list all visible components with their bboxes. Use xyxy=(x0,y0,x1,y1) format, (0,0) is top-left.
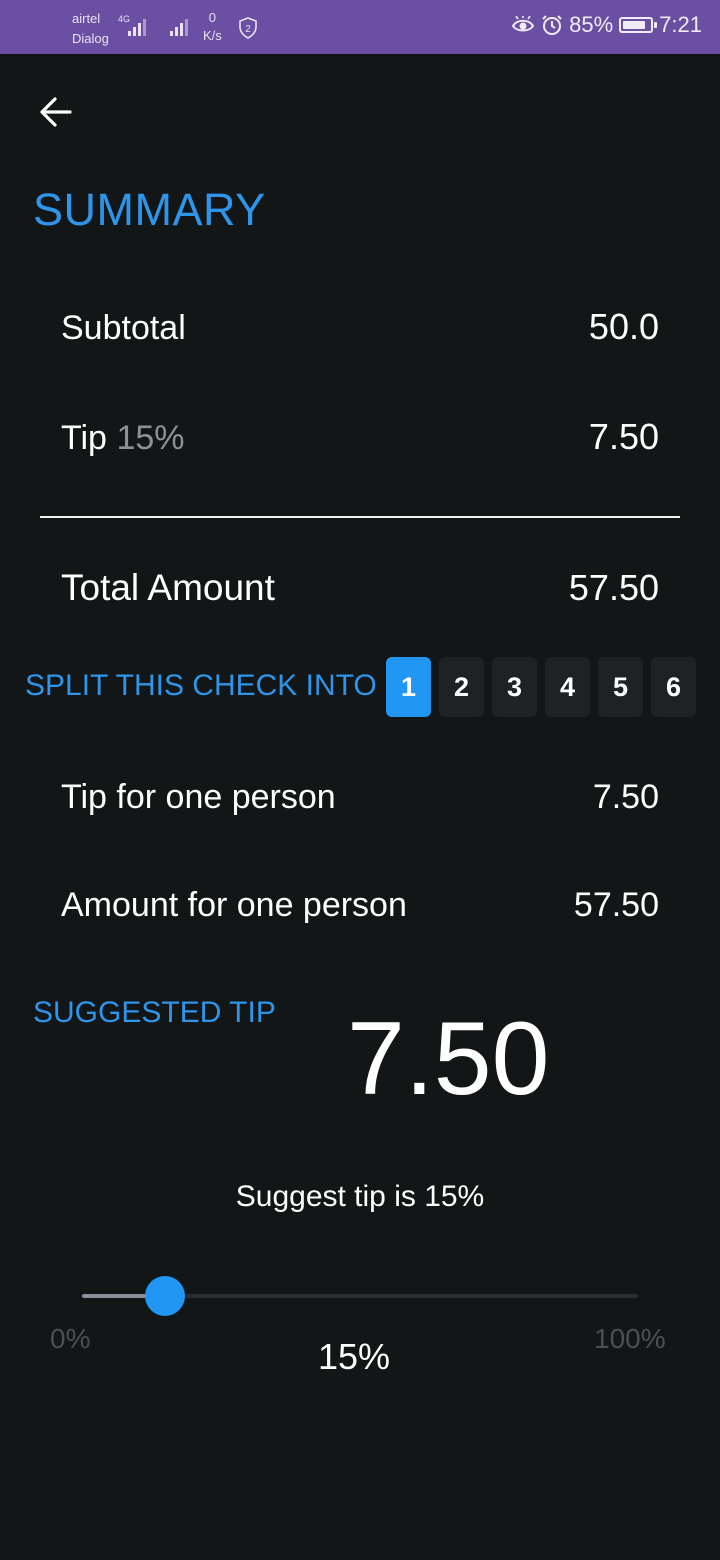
carrier-1: airtel xyxy=(72,11,101,26)
split-option-1[interactable]: 1 xyxy=(386,657,431,717)
battery-icon xyxy=(619,17,658,33)
divider xyxy=(40,516,680,518)
split-label: SPLIT THIS CHECK INTO xyxy=(25,669,377,702)
arrow-left-icon[interactable] xyxy=(36,92,76,132)
total-value: 57.50 xyxy=(568,567,659,608)
subtotal-value: 50.0 xyxy=(588,306,659,347)
shield-badge: 2 xyxy=(245,24,251,35)
suggested-tip-value: 7.50 xyxy=(347,1001,550,1117)
split-option-2[interactable]: 2 xyxy=(439,657,484,717)
tip-row: Tip 15% 7.50 xyxy=(61,416,659,458)
battery-percent: 85% xyxy=(569,12,614,37)
carrier-2: Dialog xyxy=(72,31,109,46)
amount-per-person-value: 57.50 xyxy=(573,886,659,924)
carrier-names: airtel Dialog xyxy=(72,9,109,49)
alarm-icon xyxy=(542,15,562,35)
split-option-5[interactable]: 5 xyxy=(598,657,643,717)
signal-icon xyxy=(170,16,188,36)
subtotal-label: Subtotal xyxy=(61,309,186,347)
split-options: 1 2 3 4 5 6 xyxy=(386,657,696,717)
suggested-tip-label: SUGGESTED TIP xyxy=(33,996,276,1029)
tip-per-person-value: 7.50 xyxy=(592,778,659,816)
slider-current-label: 15% xyxy=(318,1336,391,1377)
status-right: 85% 7:21 xyxy=(511,12,702,38)
tip-per-person-label: Tip for one person xyxy=(61,778,336,816)
speed-unit: K/s xyxy=(203,28,222,43)
amount-per-person-label: Amount for one person xyxy=(61,886,407,924)
slider-min-label: 0% xyxy=(50,1323,91,1354)
amount-per-person-row: Amount for one person 57.50 xyxy=(61,886,659,925)
split-option-6[interactable]: 6 xyxy=(651,657,696,717)
tip-label: Tip xyxy=(61,419,107,457)
tip-value: 7.50 xyxy=(588,416,659,457)
status-bar: airtel Dialog 4G 0 K/s 2 85% 7:21 xyxy=(0,0,720,54)
tip-slider[interactable] xyxy=(82,1272,638,1320)
shield-icon: 2 xyxy=(239,17,257,39)
suggested-tip-text: Suggest tip is 15% xyxy=(235,1180,485,1213)
subtotal-row: Subtotal 50.0 xyxy=(61,306,659,348)
total-label: Total Amount xyxy=(61,567,275,608)
page-title: SUMMARY xyxy=(33,184,266,235)
split-option-3[interactable]: 3 xyxy=(492,657,537,717)
tip-label-group: Tip 15% xyxy=(61,419,185,458)
slider-max-label: 100% xyxy=(594,1323,666,1354)
total-row: Total Amount 57.50 xyxy=(61,567,659,609)
slider-thumb[interactable] xyxy=(145,1276,186,1316)
eye-icon xyxy=(511,16,535,32)
split-option-4[interactable]: 4 xyxy=(545,657,590,717)
speed-value: 0 xyxy=(208,10,217,25)
tip-per-person-row: Tip for one person 7.50 xyxy=(61,778,659,817)
clock: 7:21 xyxy=(659,12,702,37)
signal-icon xyxy=(128,16,146,36)
network-speed: 0 K/s xyxy=(203,9,222,45)
tip-percent: 15% xyxy=(116,419,185,457)
